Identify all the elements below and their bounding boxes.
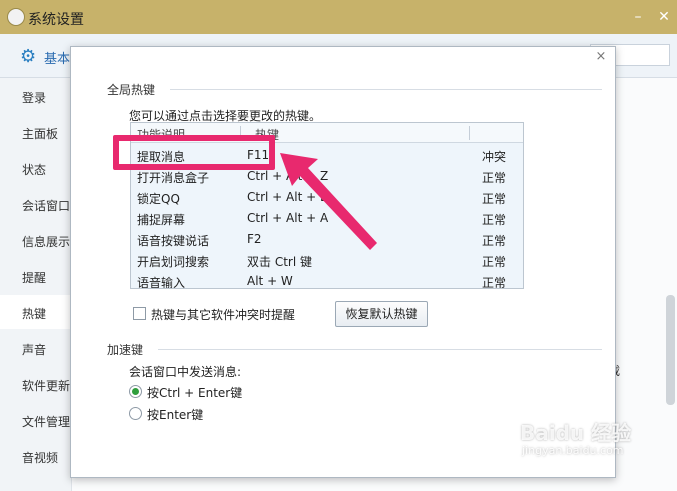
sidebar-item-hotkeys[interactable]: 热键: [22, 305, 46, 322]
window-titlebar: [0, 0, 677, 34]
row-function: 锁定QQ: [137, 192, 180, 206]
row-function: 打开消息盒子: [137, 171, 210, 185]
table-row[interactable]: 锁定QQ Ctrl + Alt + L 正常: [131, 187, 523, 208]
window-close-button[interactable]: ✕: [655, 8, 673, 26]
sidebar-item-login[interactable]: 登录: [22, 89, 46, 106]
row-status: 正常: [482, 234, 507, 248]
row-function: 开启划词搜索: [137, 255, 210, 269]
section-divider: [158, 349, 602, 350]
table-row[interactable]: 语音按键说话 F2 正常: [131, 229, 523, 250]
row-hotkey[interactable]: 双击 Ctrl 键: [247, 253, 312, 270]
radio-enter-label[interactable]: 按Enter键: [147, 406, 203, 423]
dialog-close-button[interactable]: ×: [594, 50, 608, 64]
sidebar-item-reminder[interactable]: 提醒: [22, 269, 46, 286]
tab-basic[interactable]: 基本: [44, 48, 70, 67]
sidebar-item-sound[interactable]: 声音: [22, 341, 46, 358]
radio-enter[interactable]: [129, 407, 142, 420]
sidebar-item-software-update[interactable]: 软件更新: [22, 377, 70, 394]
sidebar-item-audio-video[interactable]: 音视频: [22, 449, 58, 466]
sidebar-item-status[interactable]: 状态: [22, 161, 46, 178]
qq-penguin-icon: [7, 8, 25, 26]
row-hotkey[interactable]: F2: [247, 232, 262, 246]
row-status: 正常: [482, 213, 507, 227]
row-function: 语音输入: [137, 276, 186, 289]
accelerator-title: 加速键: [107, 343, 144, 357]
watermark-logo: Baidu 经验: [520, 421, 632, 445]
conflict-reminder-checkbox[interactable]: [133, 307, 146, 320]
gear-icon: ⚙: [20, 46, 37, 67]
table-row[interactable]: 开启划词搜索 双击 Ctrl 键 正常: [131, 250, 523, 271]
row-hotkey[interactable]: Ctrl + Alt + A: [247, 211, 328, 225]
column-separator: [469, 126, 470, 140]
row-status: 正常: [482, 171, 507, 185]
row-function: 语音按键说话: [137, 234, 210, 248]
row-status: 正常: [482, 276, 507, 289]
row-function: 捕捉屏幕: [137, 213, 186, 227]
minimize-button[interactable]: –: [629, 8, 647, 26]
table-row[interactable]: 语音输入 Alt + W 正常: [131, 271, 523, 289]
window-title: 系统设置: [28, 12, 84, 28]
sidebar-item-main-panel[interactable]: 主面板: [22, 125, 58, 142]
conflict-reminder-label[interactable]: 热键与其它软件冲突时提醒: [151, 306, 295, 323]
row-status: 正常: [482, 255, 507, 269]
annotation-highlight-box: [113, 135, 275, 170]
global-hotkeys-title: 全局热键: [107, 83, 156, 97]
restore-default-hotkeys-button[interactable]: 恢复默认热键: [335, 301, 428, 327]
main-scrollbar[interactable]: [666, 295, 675, 405]
radio-ctrl-enter-label[interactable]: 按Ctrl + Enter键: [147, 384, 242, 401]
row-hotkey[interactable]: Ctrl + Alt + L: [247, 190, 327, 204]
row-status: 冲突: [482, 150, 507, 164]
section-divider: [170, 89, 602, 90]
row-hotkey[interactable]: Alt + W: [247, 274, 293, 288]
radio-ctrl-enter[interactable]: [129, 385, 142, 398]
sidebar-item-file-management[interactable]: 文件管理: [22, 413, 70, 430]
row-hotkey[interactable]: Ctrl + Alt + Z: [247, 169, 328, 183]
sidebar-item-info-display[interactable]: 信息展示: [22, 233, 70, 250]
row-status: 正常: [482, 192, 507, 206]
sidebar-item-chat-window[interactable]: 会话窗口: [22, 197, 70, 214]
send-message-label: 会话窗口中发送消息:: [129, 365, 242, 379]
watermark-url: jingyan.baidu.com: [522, 444, 624, 457]
table-row[interactable]: 捕捉屏幕 Ctrl + Alt + A 正常: [131, 208, 523, 229]
